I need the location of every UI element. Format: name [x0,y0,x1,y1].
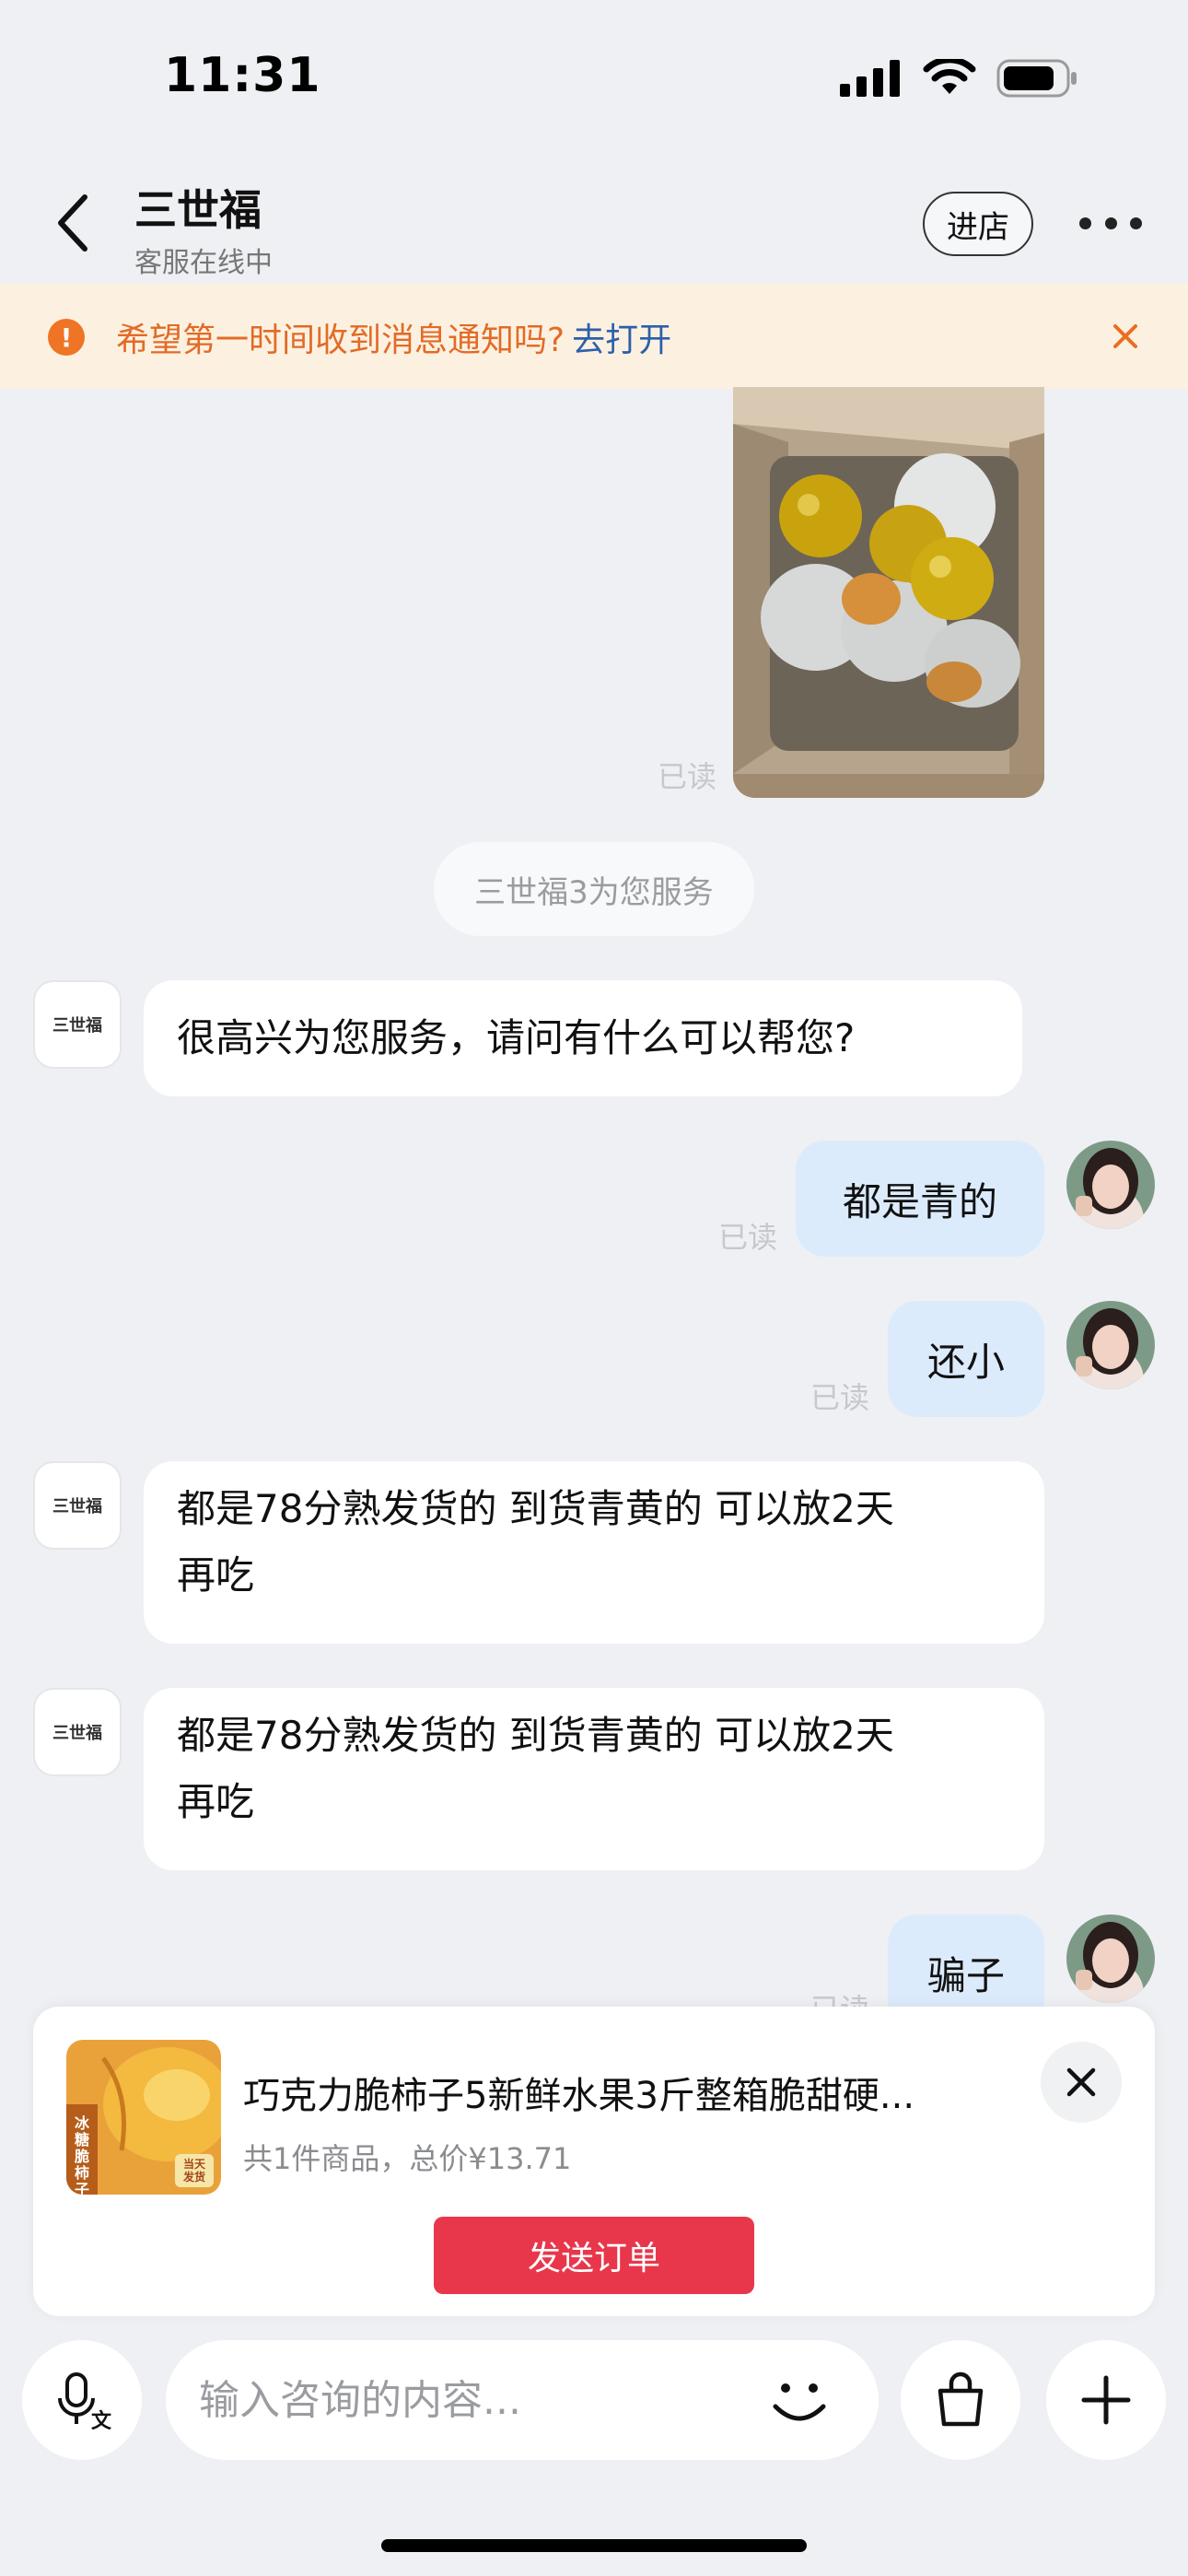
close-notification-button[interactable] [1107,313,1144,359]
back-button[interactable] [48,190,99,256]
message-text-line: 再吃 [177,1779,255,1824]
more-actions-button[interactable] [1046,2340,1166,2460]
close-icon [1113,324,1137,348]
shopping-bag-icon [938,2371,984,2427]
message-text: 都是青的 [842,1178,997,1224]
user-avatar-image [1066,1914,1155,2003]
send-order-button[interactable]: 发送订单 [434,2217,754,2294]
close-icon [1066,2067,1096,2097]
product-thumbnail[interactable]: 冰糖脆柿子 当天发货 [66,2040,221,2195]
user-avatar-image [1066,1141,1155,1229]
shop-message-bubble[interactable]: 都是78分熟发货的 到货青黄的 可以放2天 再吃 [144,1461,1044,1644]
message-text-line: 都是78分熟发货的 到货青黄的 可以放2天 [177,1713,894,1758]
alert-icon: ! [48,319,85,356]
product-bag-button[interactable] [901,2340,1020,2460]
shop-avatar[interactable]: 三世福 [33,1461,122,1550]
shop-avatar[interactable]: 三世福 [33,1688,122,1776]
message-text: 很高兴为您服务，请问有什么可以帮您? [177,1015,856,1060]
more-dot-icon [1079,217,1091,229]
smiley-icon [773,2383,826,2421]
read-receipt: 已读 [718,1220,778,1255]
product-image-badge: 当天发货 [182,2158,205,2184]
back-arrow-icon [58,194,87,252]
shop-name[interactable]: 三世福 [134,177,262,238]
product-image-caption: 冰糖脆柿子 [74,2114,89,2195]
close-order-card-button[interactable] [1041,2042,1122,2123]
battery-icon [996,59,1077,98]
message-text-line: 再吃 [177,1552,255,1598]
user-avatar[interactable] [1066,1301,1155,1389]
voice-to-text-button[interactable]: 文 [22,2340,142,2460]
message-input[interactable] [199,2368,733,2432]
plus-icon [1081,2375,1131,2425]
shop-message-bubble[interactable]: 都是78分熟发货的 到货青黄的 可以放2天 再吃 [144,1688,1044,1870]
read-receipt: 已读 [658,759,717,794]
shop-message-bubble[interactable]: 很高兴为您服务，请问有什么可以帮您? [144,980,1022,1096]
user-message-bubble[interactable]: 还小 [888,1301,1044,1417]
enter-shop-button[interactable]: 进店 [923,192,1033,256]
agent-assigned-notice: 三世福3为您服务 [434,842,754,936]
shop-status: 客服在线中 [134,247,273,279]
user-message-bubble[interactable]: 都是青的 [796,1141,1044,1257]
home-indicator [381,2539,807,2552]
notification-message: 希望第一时间收到消息通知吗? [116,322,565,359]
message-text: 骗子 [926,1952,1005,1998]
shop-avatar[interactable]: 三世福 [33,980,122,1069]
message-text-line: 都是78分熟发货的 到货青黄的 可以放2天 [177,1486,894,1531]
emoji-button[interactable] [763,2364,836,2438]
message-text: 还小 [926,1339,1005,1385]
order-summary: 共1件商品，总价¥13.71 [243,2141,572,2176]
more-options-button[interactable] [1079,214,1142,232]
status-time: 11:31 [164,48,321,103]
user-avatar[interactable] [1066,1141,1155,1229]
notification-text: 希望第一时间收到消息通知吗? 去打开 [116,313,671,361]
wifi-icon [923,59,976,94]
svg-text:文: 文 [91,2409,111,2430]
read-receipt: 已读 [810,1380,870,1415]
status-icons [840,57,1079,100]
more-dot-icon [1104,217,1117,229]
user-avatar-image [1066,1301,1155,1389]
sent-photo-persimmon-box[interactable] [733,387,1044,798]
product-title[interactable]: 巧克力脆柿子5新鲜水果3斤整箱脆甜硬... [243,2066,998,2119]
enable-notification-link[interactable]: 去打开 [572,322,671,359]
user-avatar[interactable] [1066,1914,1155,2003]
more-dot-icon [1130,217,1142,229]
persimmon-box-image [733,387,1044,798]
microphone-text-icon: 文 [58,2372,111,2430]
cellular-signal-icon [840,60,900,97]
